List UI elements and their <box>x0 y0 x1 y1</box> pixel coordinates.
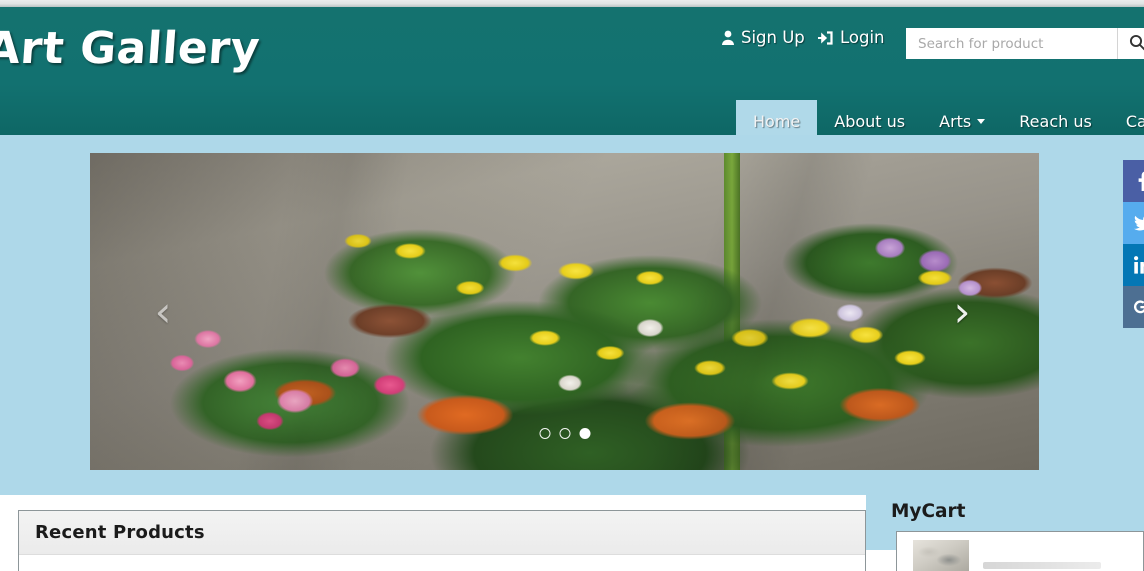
carousel-indicators <box>539 428 590 439</box>
site-header: Art Gallery Sign Up Login Search for pro… <box>0 7 1144 142</box>
login-arrow-icon <box>818 30 834 46</box>
nav-label-about-us: About us <box>834 111 906 131</box>
google-plus-icon[interactable] <box>1123 286 1144 328</box>
twitter-icon[interactable] <box>1123 202 1144 244</box>
search-input[interactable] <box>906 28 1117 59</box>
mycart-panel <box>896 531 1144 571</box>
carousel-indicator[interactable] <box>579 428 590 439</box>
signup-link[interactable]: Sign Up <box>721 28 805 47</box>
chevron-right-icon[interactable]: › <box>947 290 977 334</box>
hero-carousel[interactable]: ‹ › <box>90 153 1039 470</box>
linkedin-icon[interactable] <box>1123 244 1144 286</box>
search-form <box>906 28 1144 59</box>
recent-products-panel: Recent Products <box>18 510 866 571</box>
mycart-item-label-placeholder <box>983 562 1101 569</box>
chevron-left-icon[interactable]: ‹ <box>148 290 178 334</box>
user-icon <box>721 30 735 46</box>
signup-label: Sign Up <box>741 28 805 47</box>
login-link[interactable]: Login <box>818 28 885 47</box>
carousel-indicator[interactable] <box>539 428 550 439</box>
nav-label-reach-us: Reach us <box>1019 111 1092 131</box>
recent-products-header: Recent Products <box>19 511 865 555</box>
mycart-title: MyCart <box>891 501 966 522</box>
nav-label-home: Home <box>753 111 801 131</box>
search-button[interactable] <box>1117 28 1144 59</box>
nav-label-arts: Arts <box>939 111 972 131</box>
chevron-down-icon <box>977 118 986 124</box>
search-icon <box>1129 34 1144 54</box>
site-logo[interactable]: Art Gallery <box>0 23 262 74</box>
product-thumbnail <box>913 540 969 571</box>
carousel-indicator[interactable] <box>559 428 570 439</box>
recent-products-title: Recent Products <box>35 522 205 543</box>
facebook-icon[interactable] <box>1123 160 1144 202</box>
carousel-slide-image <box>90 153 1039 470</box>
nav-label-cart-us: Cart us <box>1125 111 1144 131</box>
social-share-rail <box>1123 160 1144 328</box>
top-bar-strip <box>0 0 1144 7</box>
login-label: Login <box>840 28 885 47</box>
